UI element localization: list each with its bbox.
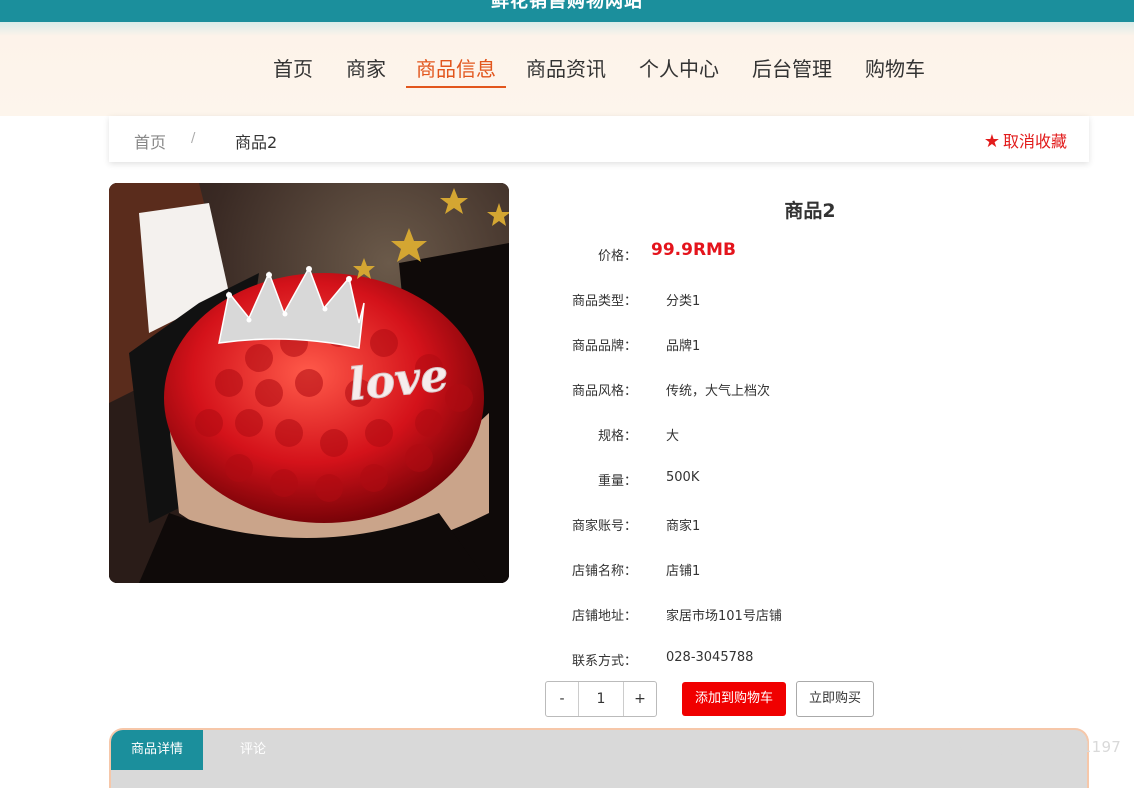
field-label: 店铺名称： xyxy=(571,564,637,579)
watermark: CSDN @QQ123311197 xyxy=(944,738,1122,756)
field-value: 分类1 xyxy=(666,294,701,309)
tab-comments[interactable]: 评论 xyxy=(203,730,303,770)
star-icon: ★ xyxy=(983,131,1000,152)
quantity-stepper: - + xyxy=(545,681,657,717)
nav-item-personal-center[interactable]: 个人中心 xyxy=(639,56,719,82)
field-row-contact: 联系方式： 028-3045788 xyxy=(540,648,1080,670)
field-row-shop-address: 店铺地址： 家居市场101号店铺 xyxy=(540,603,1080,625)
quantity-input[interactable] xyxy=(578,682,624,716)
buy-now-button[interactable]: 立即购买 xyxy=(796,681,874,717)
field-row-brand: 商品品牌： 品牌1 xyxy=(540,333,1080,355)
field-label: 规格： xyxy=(597,429,637,444)
nav-item-product-news[interactable]: 商品资讯 xyxy=(526,56,606,82)
nav-active-underline xyxy=(406,86,506,88)
nav-menu: 首页 商家 商品信息 商品资讯 个人中心 后台管理 购物车 xyxy=(0,56,1134,96)
site-title: 鲜花销售购物网站 xyxy=(491,0,643,12)
tab-product-details[interactable]: 商品详情 xyxy=(111,730,203,770)
price-row: 价格： 99.9RMB xyxy=(540,240,1080,265)
nav-item-merchants[interactable]: 商家 xyxy=(346,56,386,82)
field-value: 品牌1 xyxy=(666,339,701,354)
field-value: 店铺1 xyxy=(666,564,701,579)
field-row-style: 商品风格： 传统，大气上档次 xyxy=(540,378,1080,400)
product-image: love xyxy=(109,183,509,583)
price-label: 价格： xyxy=(597,249,637,264)
field-value: 商家1 xyxy=(666,519,701,534)
price-value: 99.9RMB xyxy=(651,240,736,260)
breadcrumb-current: 商品2 xyxy=(235,133,278,152)
unfavorite-label: 取消收藏 xyxy=(1002,132,1067,151)
nav-item-home[interactable]: 首页 xyxy=(273,56,313,82)
field-row-category: 商品类型： 分类1 xyxy=(540,288,1080,310)
nav-item-cart[interactable]: 购物车 xyxy=(865,56,925,82)
field-row-shop-name: 店铺名称： 店铺1 xyxy=(540,558,1080,580)
field-label: 商品类型： xyxy=(571,294,637,309)
quantity-decrease-button[interactable]: - xyxy=(546,682,578,716)
field-row-spec: 规格： 大 xyxy=(540,423,1080,445)
top-header-bar: 鲜花销售购物网站 xyxy=(0,0,1134,22)
field-label: 商品风格： xyxy=(571,384,637,399)
product-title: 商品2 xyxy=(784,200,836,222)
field-label: 商家账号： xyxy=(571,519,637,534)
field-label: 联系方式： xyxy=(571,654,637,669)
field-value: 500K xyxy=(666,470,700,485)
add-to-cart-button[interactable]: 添加到购物车 xyxy=(682,682,786,716)
field-value: 传统，大气上档次 xyxy=(666,384,771,399)
field-row-merchant-account: 商家账号： 商家1 xyxy=(540,513,1080,535)
field-value: 大 xyxy=(666,429,680,444)
nav-item-product-info[interactable]: 商品信息 xyxy=(416,56,496,82)
field-label: 商品品牌： xyxy=(571,339,637,354)
image-love-text: love xyxy=(346,350,450,411)
breadcrumb-separator: / xyxy=(191,131,196,146)
field-label: 店铺地址： xyxy=(571,609,637,624)
nav-item-admin[interactable]: 后台管理 xyxy=(752,56,832,82)
detail-tabs: 商品详情 评论 xyxy=(109,728,1089,788)
field-row-weight: 重量： 500K xyxy=(540,468,1080,490)
unfavorite-button[interactable]: ★ 取消收藏 xyxy=(984,128,1067,152)
breadcrumb-bar: 首页 / 商品2 ★ 取消收藏 xyxy=(109,116,1089,162)
breadcrumb-home-link[interactable]: 首页 xyxy=(134,129,166,153)
bouquet-illustration: love xyxy=(109,183,509,583)
field-value: 家居市场101号店铺 xyxy=(666,609,782,624)
field-label: 重量： xyxy=(597,474,637,489)
quantity-increase-button[interactable]: + xyxy=(624,682,656,716)
field-value: 028-3045788 xyxy=(666,650,754,665)
main-navigation: 首页 商家 商品信息 商品资讯 个人中心 后台管理 购物车 xyxy=(0,22,1134,116)
